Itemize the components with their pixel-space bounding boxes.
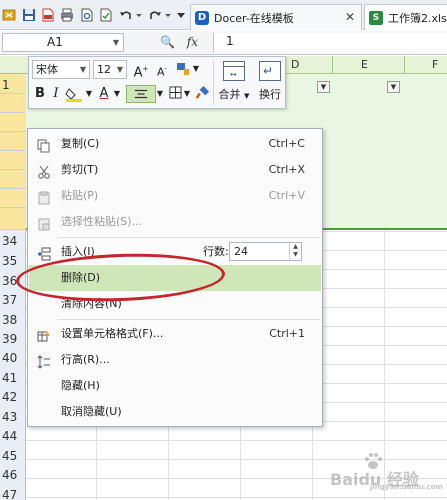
print-preview-icon[interactable]: [80, 8, 94, 22]
redo-icon[interactable]: [148, 8, 162, 22]
rows-count-input[interactable]: 24 ▲ ▼: [229, 242, 302, 261]
filter-dropdown-icon[interactable]: ▼: [387, 81, 400, 93]
name-box[interactable]: A1 ▼: [2, 33, 124, 52]
tab-docer[interactable]: D Docer-在线模板 ✕: [190, 4, 362, 30]
save-icon[interactable]: [22, 8, 36, 22]
formula-value: 1: [226, 34, 234, 48]
row-number[interactable]: 45: [0, 449, 26, 463]
rows-count-value: 24: [234, 245, 248, 258]
redo-dropdown-icon[interactable]: [164, 8, 172, 22]
menu-item-row-height[interactable]: 行高(R)...: [29, 347, 321, 373]
chevron-down-icon[interactable]: ▼: [117, 61, 123, 78]
watermark: Baidu 经验 jingyan.baidu.com: [330, 452, 443, 492]
formula-input[interactable]: 1: [213, 33, 447, 52]
row-number[interactable]: 34: [0, 234, 26, 248]
wrap-text-icon: ↵: [259, 61, 281, 81]
fx-icon[interactable]: fx: [187, 35, 198, 49]
row-number[interactable]: 41: [0, 371, 26, 385]
chevron-down-icon[interactable]: ▼: [191, 61, 201, 77]
row-number[interactable]: 42: [0, 390, 26, 404]
menu-item-paste-special[interactable]: 选择性粘贴(S)...: [29, 209, 321, 235]
app-menu-icon[interactable]: [2, 8, 16, 22]
row-number[interactable]: 39: [0, 332, 26, 346]
row-number[interactable]: 40: [0, 351, 26, 365]
scissors-icon: [37, 163, 51, 179]
customize-toolbar-icon[interactable]: [176, 8, 186, 22]
column-header-f[interactable]: F: [432, 58, 438, 71]
menu-item-format-cells[interactable]: 设置单元格格式(F)... Ctrl+1: [29, 321, 321, 347]
row-number[interactable]: 47: [0, 488, 26, 500]
align-center-icon[interactable]: [126, 85, 156, 103]
print-icon[interactable]: [60, 8, 74, 22]
menu-item-unhide[interactable]: 取消隐藏(U): [29, 399, 321, 425]
paste-special-icon: [37, 215, 51, 231]
row-number[interactable]: 46: [0, 468, 26, 482]
copy-icon: [37, 137, 51, 153]
chevron-down-icon[interactable]: ▼: [156, 86, 164, 102]
row-number[interactable]: 44: [0, 429, 26, 443]
font-name-select[interactable]: 宋体 ▼: [32, 60, 90, 79]
formula-icons: 🔍 fx: [160, 35, 198, 49]
chevron-down-icon[interactable]: ▼: [183, 86, 191, 102]
chevron-down-icon[interactable]: ▼: [85, 86, 93, 102]
format-cells-icon: [37, 327, 51, 342]
bold-icon[interactable]: B: [33, 86, 47, 102]
row-number[interactable]: 38: [0, 313, 26, 327]
font-size-select[interactable]: 12 ▼: [93, 60, 127, 79]
wrap-text-label: 换行: [259, 88, 281, 101]
tab-workbook[interactable]: S 工作簿2.xls: [364, 4, 447, 30]
font-size-value: 12: [97, 63, 111, 76]
undo-icon[interactable]: [119, 8, 133, 22]
mini-toolbar: 宋体 ▼ 12 ▼ A+ A- ▼ B I ▼ A ▼ ▼ ▼ ↔ 合并 ▼ ↵: [28, 56, 286, 109]
menu-item-paste[interactable]: 粘贴(P) Ctrl+V: [29, 183, 321, 209]
format-painter-icon[interactable]: [194, 85, 210, 104]
docer-logo-icon: D: [195, 10, 209, 25]
rows-count-spinner[interactable]: ▲ ▼: [289, 243, 301, 260]
undo-dropdown-icon[interactable]: [135, 8, 143, 22]
tab-workbook-label: 工作簿2.xls: [388, 11, 447, 25]
chevron-down-icon[interactable]: ▼: [113, 86, 121, 102]
font-name-value: 宋体: [36, 63, 58, 76]
zoom-icon[interactable]: 🔍: [160, 35, 175, 49]
row-height-icon: [37, 353, 51, 369]
menu-item-cut[interactable]: 剪切(T) Ctrl+X: [29, 157, 321, 183]
column-header-d[interactable]: D: [291, 58, 299, 71]
chevron-down-icon[interactable]: ▼: [80, 61, 86, 78]
paste-icon: [37, 189, 51, 205]
row-number[interactable]: 35: [0, 254, 26, 268]
cell-reference: A1: [47, 35, 63, 49]
filter-dropdown-icon[interactable]: ▼: [317, 81, 330, 93]
menu-item-copy[interactable]: 复制(C) Ctrl+C: [29, 131, 321, 157]
spell-check-icon[interactable]: [99, 8, 113, 22]
export-pdf-icon[interactable]: [41, 8, 55, 22]
insert-rows-icon: [37, 245, 51, 261]
watermark-subtext: jingyan.baidu.com: [370, 483, 443, 491]
fill-color-icon[interactable]: [65, 86, 83, 106]
merge-label: 合并: [218, 88, 241, 101]
row-number[interactable]: 43: [0, 410, 26, 424]
italic-icon[interactable]: I: [50, 86, 62, 102]
title-bar: D Docer-在线模板 ✕ S 工作簿2.xls: [0, 0, 447, 30]
formula-bar: A1 ▼ 🔍 fx 1: [0, 31, 447, 55]
column-header-e[interactable]: E: [361, 58, 368, 71]
font-color-icon[interactable]: A: [97, 86, 111, 102]
wrap-text-button[interactable]: ↵ 换行: [255, 60, 285, 106]
chevron-down-icon[interactable]: ▼: [113, 34, 119, 51]
format-painter-style-icon[interactable]: [175, 61, 191, 81]
increase-font-icon[interactable]: A+: [132, 61, 150, 81]
close-tab-icon[interactable]: ✕: [345, 10, 355, 24]
menu-item-hide[interactable]: 隐藏(H): [29, 373, 321, 399]
row-number[interactable]: 37: [0, 293, 26, 307]
merge-button[interactable]: ↔ 合并 ▼: [214, 60, 254, 106]
merge-cells-icon: ↔: [223, 61, 245, 81]
tab-docer-label: Docer-在线模板: [214, 11, 294, 25]
spreadsheet-logo-icon: S: [369, 10, 383, 25]
row-number[interactable]: 1: [0, 78, 26, 92]
borders-icon[interactable]: [167, 86, 183, 103]
decrease-font-icon[interactable]: A-: [154, 61, 170, 81]
